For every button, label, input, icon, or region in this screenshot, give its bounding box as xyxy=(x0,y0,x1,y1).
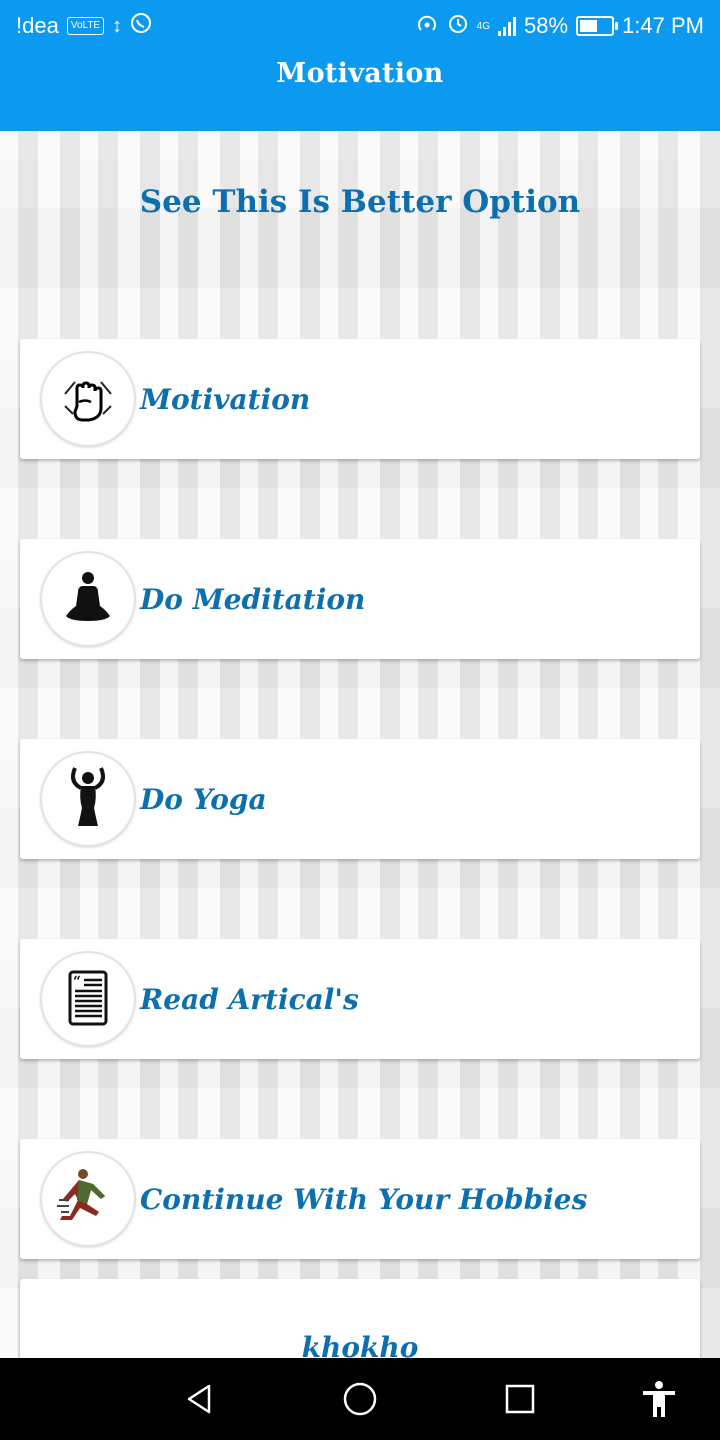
status-bar: !dea VoLTE ↕ 4G 58% 1:47 PM xyxy=(0,0,720,50)
page-title: Motivation xyxy=(276,58,444,89)
app-bar: !dea VoLTE ↕ 4G 58% 1:47 PM Motivation xyxy=(0,0,720,131)
clock: 1:47 PM xyxy=(622,13,704,38)
back-icon[interactable] xyxy=(179,1378,221,1420)
option-label: Read Artical's xyxy=(140,982,359,1016)
option-label: Continue With Your Hobbies xyxy=(140,1182,588,1216)
svg-text:“: “ xyxy=(73,974,81,990)
option-card-motivation[interactable]: Motivation xyxy=(20,339,700,459)
running-person-icon xyxy=(42,1153,134,1245)
battery-icon xyxy=(576,16,619,36)
article-icon: “ xyxy=(42,953,134,1045)
carrier-label: !dea xyxy=(16,13,59,38)
whatsapp-icon xyxy=(130,12,152,40)
accessibility-icon[interactable] xyxy=(638,1378,680,1420)
option-card-articles[interactable]: “ Read Artical's xyxy=(20,939,700,1059)
volte-badge: VoLTE xyxy=(66,17,105,35)
option-card-hobbies[interactable]: Continue With Your Hobbies xyxy=(20,1139,700,1259)
network-type: 4G xyxy=(476,20,491,32)
signal-icon xyxy=(498,16,517,36)
system-nav-bar xyxy=(0,1358,720,1440)
alarm-icon xyxy=(447,12,469,40)
section-heading: See This Is Better Option xyxy=(139,184,581,220)
recents-icon[interactable] xyxy=(499,1378,541,1420)
home-icon[interactable] xyxy=(339,1378,381,1420)
option-label: Do Meditation xyxy=(140,582,366,616)
option-card-meditation[interactable]: Do Meditation xyxy=(20,539,700,659)
option-card-khokho[interactable]: khokho xyxy=(20,1279,700,1369)
meditation-icon xyxy=(42,553,134,645)
battery-percent: 58% xyxy=(524,13,569,38)
option-label: Do Yoga xyxy=(140,782,267,816)
option-label: Motivation xyxy=(140,382,311,416)
raised-fist-icon xyxy=(42,353,134,445)
usb-icon: ↕ xyxy=(112,15,123,37)
yoga-pose-icon xyxy=(42,753,134,845)
main-content[interactable]: See This Is Better Option Motivation Do … xyxy=(0,131,720,1369)
hotspot-icon xyxy=(415,12,439,40)
option-card-yoga[interactable]: Do Yoga xyxy=(20,739,700,859)
